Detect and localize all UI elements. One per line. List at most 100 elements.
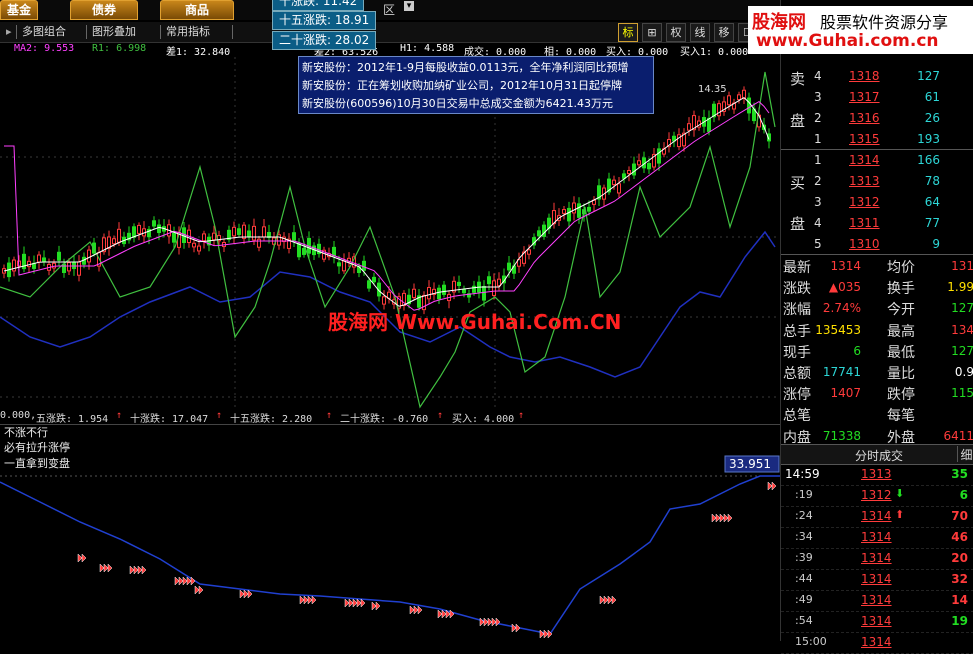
buy-in-value: 买入: 0.000 [606, 47, 669, 57]
news-tip-line[interactable]: 新安股份：正在筹划收购加纳矿业公司，2012年10月31日起停牌 [302, 77, 622, 93]
candle [537, 230, 541, 237]
tick-row[interactable]: :54 1314 19 [781, 611, 973, 633]
candle [337, 262, 341, 267]
candle [572, 202, 576, 214]
divider [781, 149, 973, 150]
sub-label: 一直拿到变盘 [4, 457, 70, 470]
toolbar-divider [160, 25, 161, 39]
signal-flag-icon [174, 576, 180, 586]
order-book-row[interactable]: 4 1311 77 [781, 216, 973, 236]
watermark-slogan: 股票软件资源分享 [820, 13, 949, 32]
sub-indicator-row: 0.000, 五涨跌: 1.954 ↑ 十涨跌: 17.047 ↑ 十五涨跌: 2.… [0, 410, 780, 424]
candle [497, 278, 501, 287]
order-book-row[interactable]: 3 1317 61 [781, 90, 973, 110]
crosshair-icon[interactable]: ⊞ [642, 23, 662, 42]
candle [242, 224, 246, 239]
order-book-row[interactable]: 2 1313 78 [781, 174, 973, 194]
candle [637, 160, 641, 166]
top-tab-bar: 基金 债券 商品 区 ▾ [0, 0, 780, 20]
sub-value-0: 0.000, [0, 410, 37, 421]
popup-fifteen-change[interactable]: 十五涨跌: 18.91 [272, 11, 377, 30]
tick-row[interactable]: :39 1314 20 [781, 548, 973, 570]
tab-fund[interactable]: 基金 [0, 0, 38, 20]
tick-row[interactable]: :19 1312 ⬇ 6 [781, 485, 973, 507]
signal-flag-icon [360, 598, 366, 608]
candle [707, 117, 711, 132]
candle [367, 280, 371, 289]
candle [527, 249, 531, 255]
signal-flag-icon [99, 563, 105, 573]
order-book-row[interactable]: 3 1312 64 [781, 195, 973, 215]
candle [632, 163, 636, 176]
candle [77, 261, 81, 276]
line-icon[interactable]: 线 [690, 23, 710, 42]
order-book-row[interactable]: 4 1318 127 [781, 69, 973, 89]
signal-flag-icon [511, 623, 517, 633]
candle [457, 281, 461, 287]
popup-ten-change[interactable]: 十涨跌: 11.42 [272, 0, 365, 11]
common-indicators-button[interactable]: 常用指标 [164, 24, 212, 40]
signal-flag-icon [599, 595, 605, 605]
news-tip-line[interactable]: 新安股份：2012年1-9月每股收益0.0113元，全年净利润同比预增 [302, 59, 628, 75]
stat-row: 最新 1314 均价 131 [783, 259, 973, 276]
candle [62, 263, 66, 274]
signal-flag-icon [375, 601, 381, 611]
candle [627, 170, 631, 175]
tab-bond[interactable]: 债券 [70, 0, 138, 20]
candle [507, 262, 511, 271]
dropdown-icon[interactable]: ▾ [404, 1, 414, 11]
watermark-text: 股海网 Www.Guhai.Com.CN [328, 310, 621, 334]
sub-label: 必有拉升涨停 [4, 441, 70, 454]
order-book-row[interactable]: 2 1316 26 [781, 111, 973, 131]
signal-flag-icon [539, 629, 545, 639]
signal-flag-icon [483, 617, 489, 627]
candle [482, 285, 486, 301]
tick-row[interactable]: :44 1314 32 [781, 569, 973, 591]
signal-flag-icon [719, 513, 725, 523]
candle [232, 226, 236, 237]
tab-hidden-suffix: 区 [383, 3, 396, 17]
candle [687, 123, 691, 131]
multi-chart-button[interactable]: 多图组合 [20, 24, 68, 40]
sub-indicator-chart[interactable]: 33.951 [0, 424, 780, 641]
signal-flag-icon [77, 553, 83, 563]
stat-row: 总额 17741 量比 0.9 [783, 365, 973, 382]
tick-row[interactable]: :34 1314 46 [781, 527, 973, 549]
news-tip-line[interactable]: 新安股份(600596)10月30日交易中总成交金额为6421.43万元 [302, 95, 613, 111]
candle [212, 232, 216, 241]
ticks-header: 分时成交 细 [781, 444, 973, 465]
detail-tab[interactable]: 细 [957, 446, 973, 462]
signal-flag-icon [137, 565, 143, 575]
popup-twenty-change[interactable]: 二十涨跌: 28.02 [272, 31, 377, 50]
rights-icon[interactable]: 权 [666, 23, 686, 42]
up-arrow-icon: ↑ [116, 410, 123, 421]
candle [412, 288, 416, 299]
move-icon[interactable]: 移 [714, 23, 734, 42]
signal-flag-icon [103, 563, 109, 573]
candle [332, 246, 336, 257]
signal-flag-icon [711, 513, 717, 523]
stat-row: 涨停 1407 跌停 115 [783, 386, 973, 404]
tick-row[interactable]: :24 1314 ⬆ 70 [781, 506, 973, 528]
tab-commodity[interactable]: 商品 [160, 0, 234, 20]
candle [87, 249, 91, 263]
tick-row[interactable]: 14:59 1313 35 [781, 464, 973, 486]
signal-flag-icon [771, 481, 777, 491]
order-book-row[interactable]: 1 1314 166 [781, 153, 973, 173]
mark-icon[interactable]: 标 [618, 23, 638, 42]
toolbar-arrow-icon[interactable]: ▸ [4, 24, 14, 40]
candle [252, 225, 256, 241]
indicator-values-row: MA2: 9.553 R1: 6.998 差1: 32.840 差2: 63.5… [0, 43, 780, 57]
signal-flag-icon [299, 595, 305, 605]
candle [172, 232, 176, 243]
tick-row[interactable]: 15:00 1314 [781, 632, 973, 654]
candle [27, 260, 31, 268]
candle [132, 226, 136, 238]
sub-value-twenty: 二十涨跌: -0.760 [340, 414, 429, 424]
chart-toolbar: ▸ 多图组合 图形叠加 常用指标 标 ⊞ 权 线 移 ☐ [0, 22, 780, 43]
candle [372, 276, 376, 283]
overlay-button[interactable]: 图形叠加 [90, 24, 138, 40]
tick-row[interactable]: :49 1314 14 [781, 590, 973, 612]
candle [587, 206, 591, 212]
up-arrow-icon: ↑ [216, 410, 223, 421]
